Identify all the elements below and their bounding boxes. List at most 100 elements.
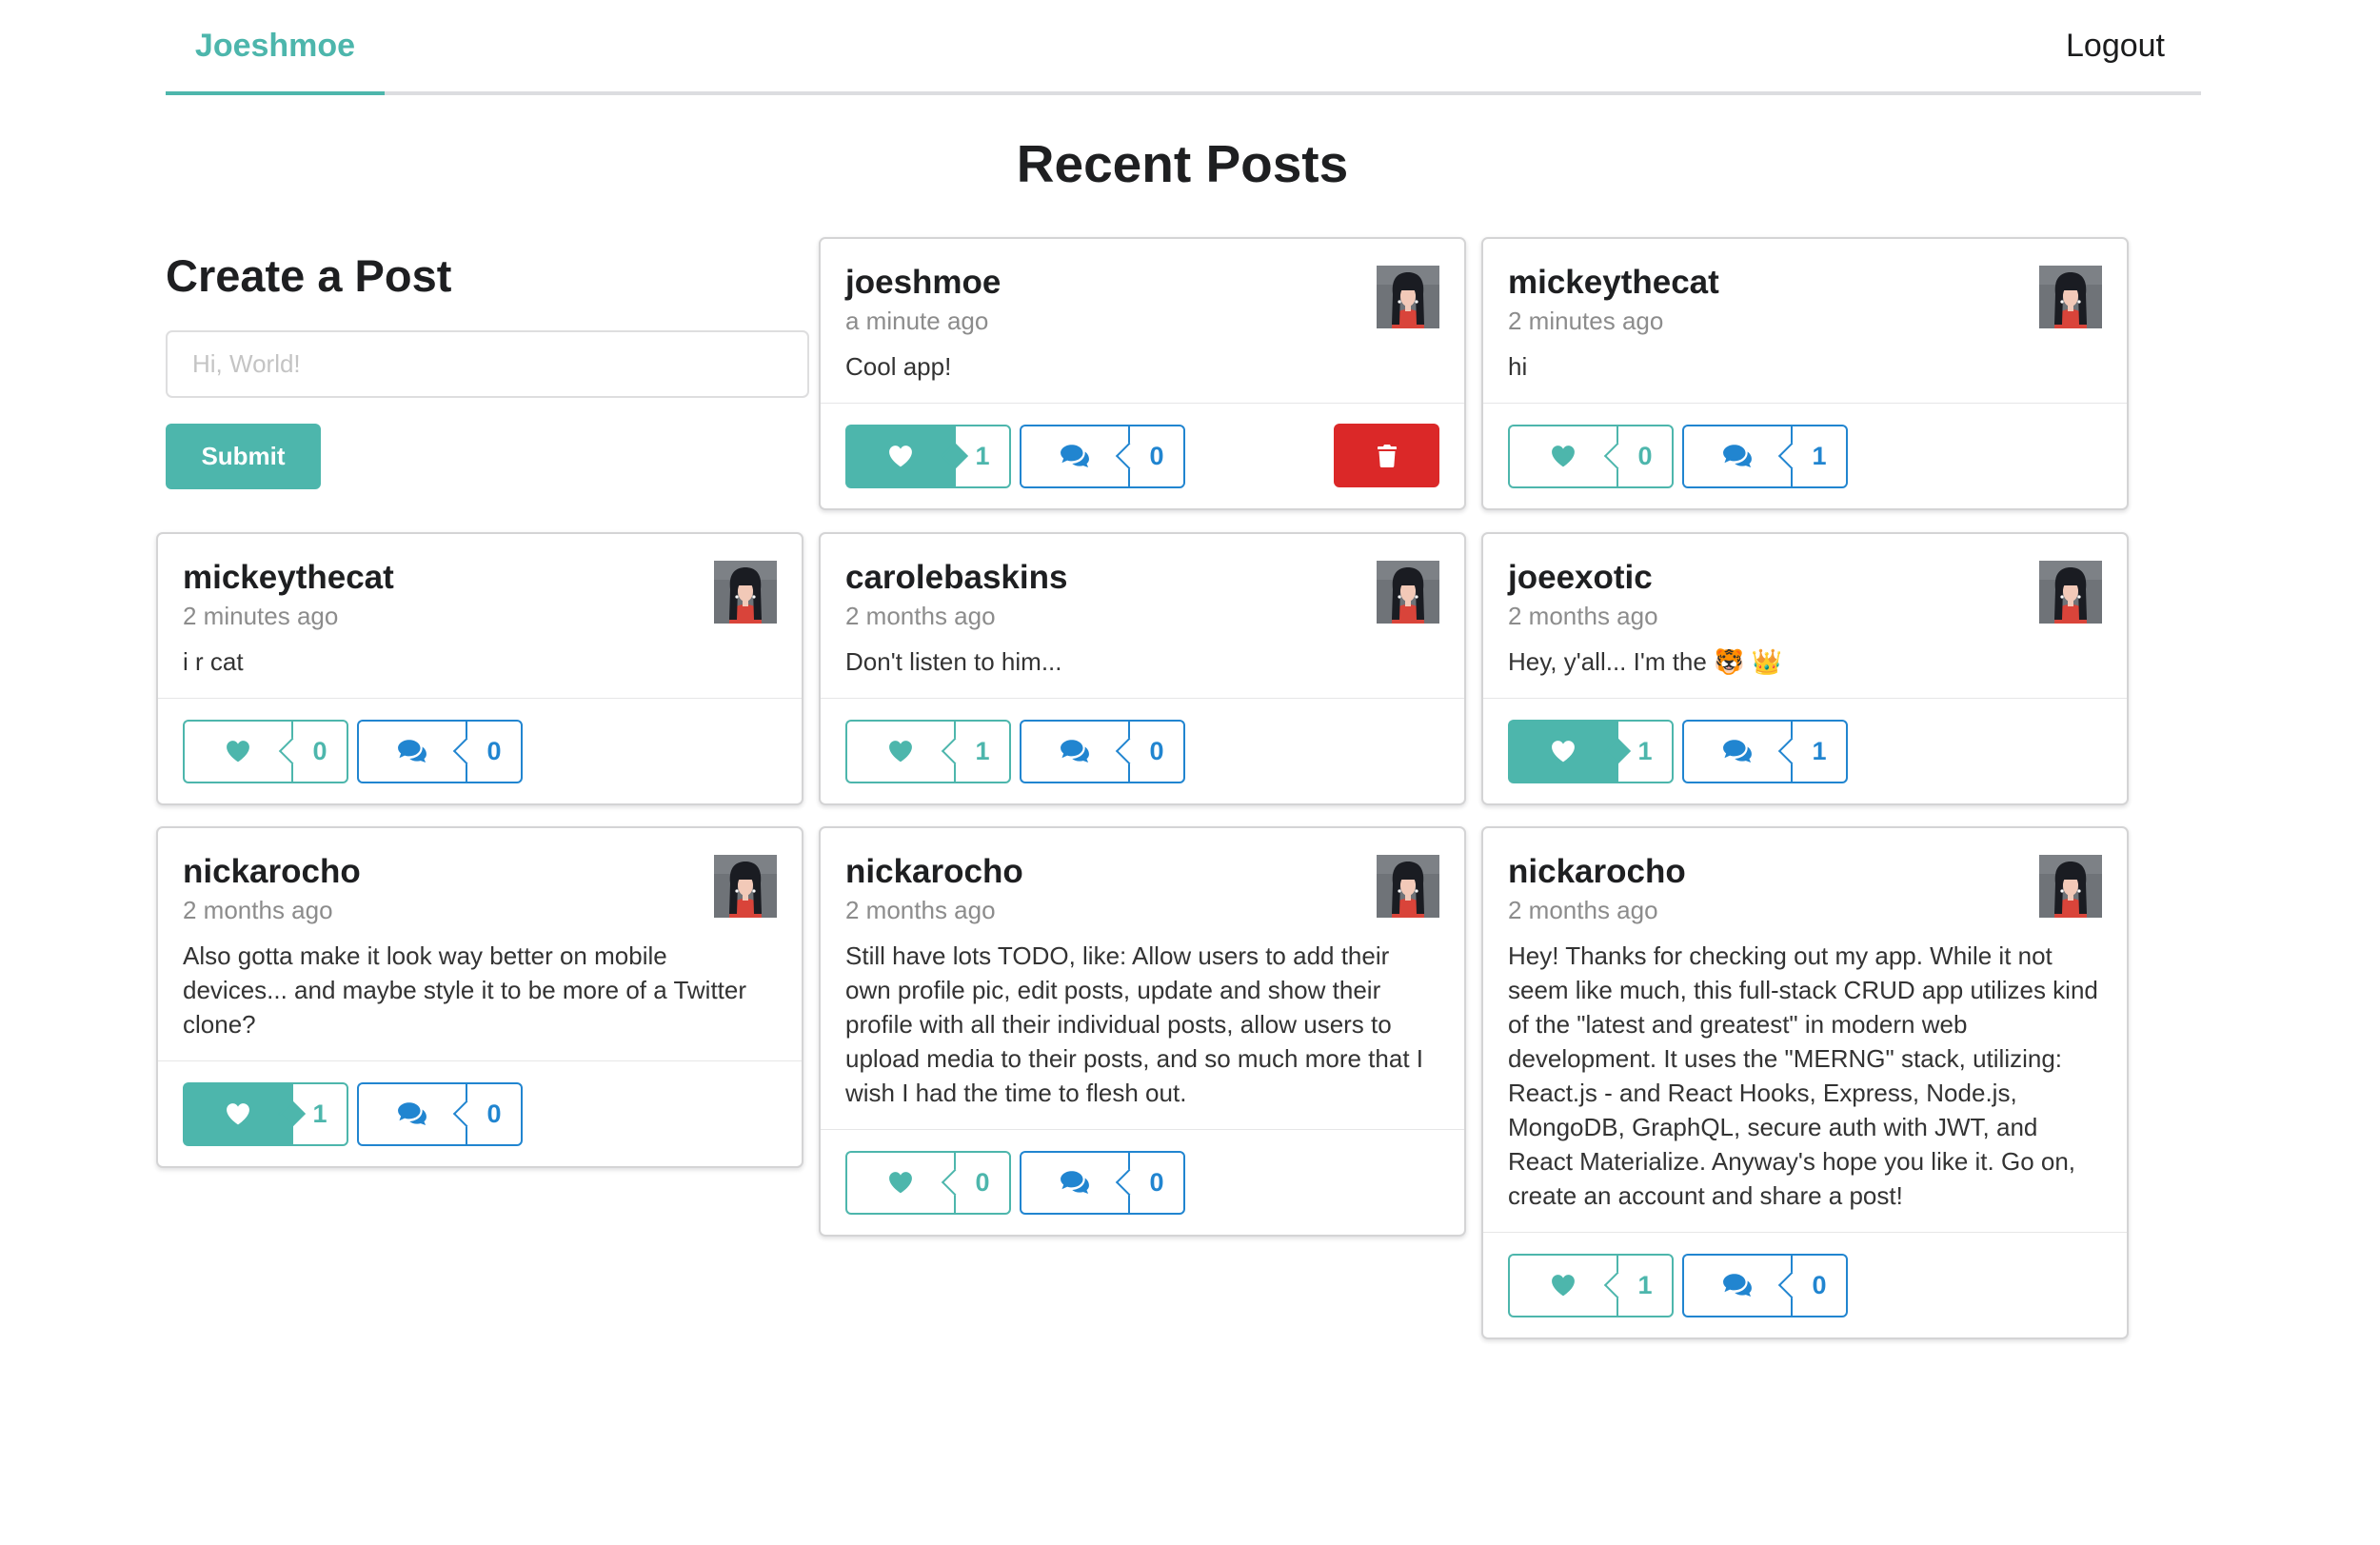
like-button[interactable]: 1 bbox=[183, 1081, 348, 1146]
like-icon-wrapper[interactable] bbox=[1508, 1253, 1616, 1317]
post-content: nickarocho 2 months ago Also gotta make it… bbox=[158, 828, 802, 1060]
post-body: i r cat bbox=[183, 647, 244, 676]
like-button[interactable]: 1 bbox=[1508, 1253, 1674, 1317]
submit-button[interactable]: Submit bbox=[166, 424, 321, 489]
heart-icon bbox=[226, 1102, 250, 1125]
like-button[interactable]: 0 bbox=[1508, 424, 1674, 488]
heart-icon bbox=[1551, 445, 1576, 467]
post-content: nickarocho 2 months ago Still have lots TO… bbox=[821, 828, 1464, 1129]
like-icon-wrapper[interactable] bbox=[1508, 719, 1616, 783]
post-card: nickarocho 2 months ago Still have lots TO… bbox=[819, 826, 1466, 1237]
post-card: mickeythecat 2 minutes ago hi 0 1 bbox=[1481, 237, 2129, 510]
comment-count: 0 bbox=[1791, 1253, 1848, 1317]
post-card: joeshmoe a minute ago Cool app! 1 0 bbox=[819, 237, 1466, 510]
comments-icon bbox=[1060, 739, 1090, 763]
avatar bbox=[2039, 561, 2102, 624]
avatar bbox=[1377, 855, 1439, 918]
like-icon-wrapper[interactable] bbox=[845, 719, 954, 783]
avatar-image bbox=[714, 561, 777, 624]
post-body: Cool app! bbox=[845, 352, 952, 381]
avatar bbox=[1377, 561, 1439, 624]
post-username[interactable]: nickarocho bbox=[845, 851, 1439, 893]
like-button[interactable]: 1 bbox=[1508, 719, 1674, 783]
post-body: Don't listen to him... bbox=[845, 647, 1062, 676]
post-username[interactable]: mickeythecat bbox=[183, 557, 777, 599]
post-username[interactable]: nickarocho bbox=[1508, 851, 2102, 893]
avatar bbox=[2039, 855, 2102, 918]
comment-icon-wrapper[interactable] bbox=[1020, 719, 1128, 783]
post-username[interactable]: carolebaskins bbox=[845, 557, 1439, 599]
post-card: carolebaskins 2 months ago Don't listen to… bbox=[819, 532, 1466, 805]
post-timestamp[interactable]: 2 months ago bbox=[845, 599, 1439, 633]
like-button[interactable]: 0 bbox=[183, 719, 348, 783]
post-timestamp[interactable]: 2 months ago bbox=[183, 893, 777, 927]
post-body: Still have lots TODO, like: Allow users … bbox=[845, 941, 1424, 1107]
like-icon-wrapper[interactable] bbox=[845, 1150, 954, 1215]
like-count: 1 bbox=[291, 1081, 348, 1146]
like-icon-wrapper[interactable] bbox=[845, 424, 954, 488]
post-content: nickarocho 2 months ago Hey! Thanks for ch… bbox=[1483, 828, 2127, 1232]
like-count: 1 bbox=[954, 719, 1011, 783]
avatar bbox=[1377, 266, 1439, 328]
post-username[interactable]: mickeythecat bbox=[1508, 262, 2102, 304]
post-username[interactable]: nickarocho bbox=[183, 851, 777, 893]
comment-icon-wrapper[interactable] bbox=[357, 719, 466, 783]
post-actions: 10 bbox=[821, 698, 1464, 803]
post-body: hi bbox=[1508, 352, 1528, 381]
post-actions: 10 bbox=[158, 1060, 802, 1166]
avatar-image bbox=[714, 855, 777, 918]
like-icon-wrapper[interactable] bbox=[183, 719, 291, 783]
comment-button[interactable]: 0 bbox=[357, 1081, 523, 1146]
post-username[interactable]: joeexotic bbox=[1508, 557, 2102, 599]
delete-button[interactable] bbox=[1334, 424, 1439, 487]
logout-link[interactable]: Logout bbox=[2066, 0, 2165, 91]
like-count: 0 bbox=[954, 1150, 1011, 1215]
like-count: 0 bbox=[1616, 424, 1674, 488]
comment-icon-wrapper[interactable] bbox=[1682, 1253, 1791, 1317]
comment-button[interactable]: 0 bbox=[1020, 1150, 1185, 1215]
comment-button[interactable]: 0 bbox=[1020, 424, 1185, 488]
post-timestamp[interactable]: 2 months ago bbox=[1508, 893, 2102, 927]
comment-button[interactable]: 1 bbox=[1682, 719, 1848, 783]
avatar bbox=[2039, 266, 2102, 328]
post-timestamp[interactable]: 2 minutes ago bbox=[1508, 304, 2102, 338]
post-timestamp[interactable]: a minute ago bbox=[845, 304, 1439, 338]
like-button[interactable]: 1 bbox=[845, 424, 1011, 488]
comments-icon bbox=[397, 739, 427, 763]
post-actions: 11 bbox=[1483, 698, 2127, 803]
heart-icon bbox=[1551, 740, 1576, 763]
comment-icon-wrapper[interactable] bbox=[1682, 424, 1791, 488]
comment-button[interactable]: 0 bbox=[357, 719, 523, 783]
comment-button[interactable]: 0 bbox=[1682, 1253, 1848, 1317]
like-icon-wrapper[interactable] bbox=[183, 1081, 291, 1146]
post-content: mickeythecat 2 minutes ago i r cat bbox=[158, 534, 802, 698]
nav-home-link[interactable]: Joeshmoe bbox=[166, 0, 385, 95]
avatar-image bbox=[1377, 266, 1439, 328]
comment-count: 0 bbox=[466, 719, 523, 783]
avatar-image bbox=[1377, 855, 1439, 918]
post-timestamp[interactable]: 2 minutes ago bbox=[183, 599, 777, 633]
top-nav: Joeshmoe Logout bbox=[166, 0, 2201, 95]
post-actions: 01 bbox=[1483, 403, 2127, 508]
like-button[interactable]: 1 bbox=[845, 719, 1011, 783]
avatar-image bbox=[2039, 855, 2102, 918]
post-timestamp[interactable]: 2 months ago bbox=[1508, 599, 2102, 633]
comments-icon bbox=[397, 1101, 427, 1126]
heart-icon bbox=[1551, 1274, 1576, 1297]
comment-button[interactable]: 0 bbox=[1020, 719, 1185, 783]
post-timestamp[interactable]: 2 months ago bbox=[845, 893, 1439, 927]
post-username[interactable]: joeshmoe bbox=[845, 262, 1439, 304]
comment-icon-wrapper[interactable] bbox=[357, 1081, 466, 1146]
post-body-input[interactable] bbox=[166, 330, 809, 398]
comment-icon-wrapper[interactable] bbox=[1682, 719, 1791, 783]
avatar-image bbox=[1377, 561, 1439, 624]
comment-count: 0 bbox=[1128, 424, 1185, 488]
like-icon-wrapper[interactable] bbox=[1508, 424, 1616, 488]
comment-button[interactable]: 1 bbox=[1682, 424, 1848, 488]
like-button[interactable]: 0 bbox=[845, 1150, 1011, 1215]
comment-icon-wrapper[interactable] bbox=[1020, 1150, 1128, 1215]
avatar-image bbox=[2039, 266, 2102, 328]
comment-icon-wrapper[interactable] bbox=[1020, 424, 1128, 488]
page-title: Recent Posts bbox=[1016, 134, 1349, 193]
post-content: mickeythecat 2 minutes ago hi bbox=[1483, 239, 2127, 403]
